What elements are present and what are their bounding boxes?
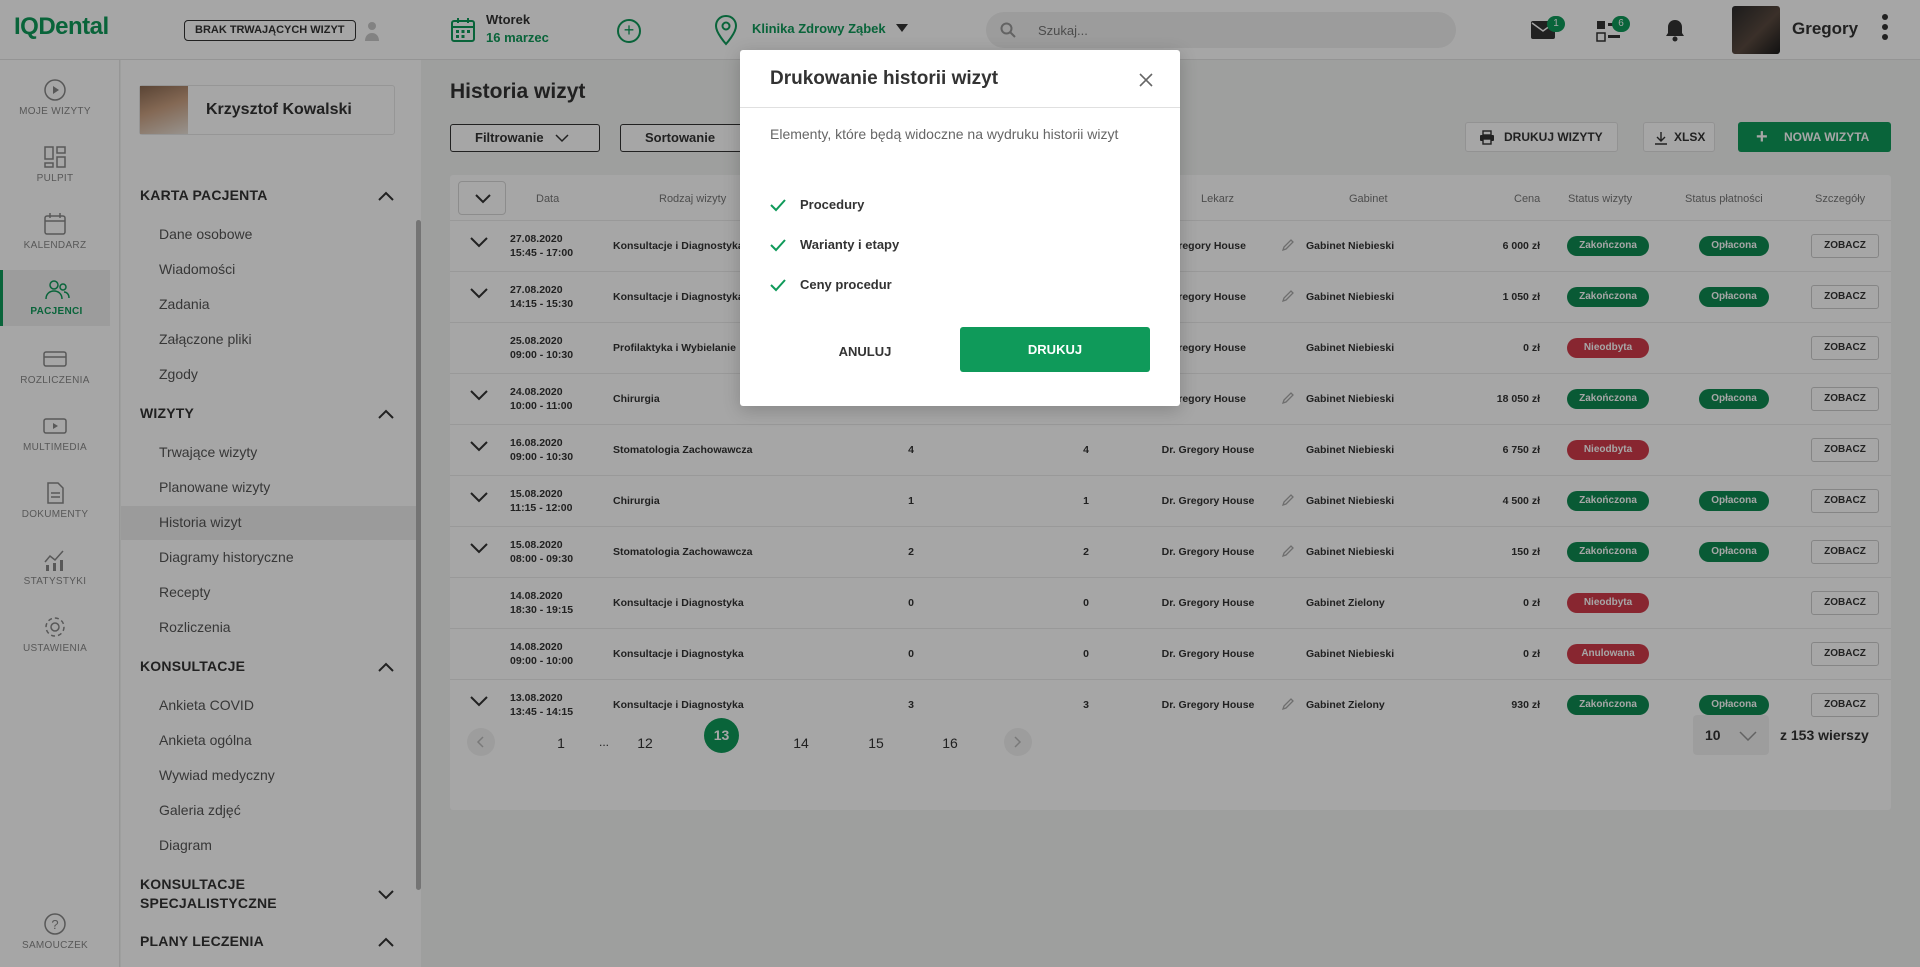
option-label: Procedury [800, 197, 865, 212]
dialog-divider [740, 107, 1180, 108]
close-icon[interactable] [1136, 70, 1156, 90]
option-prices-checkbox[interactable]: Ceny procedur [770, 276, 970, 296]
print-history-dialog: Drukowanie historii wizyt Elementy, któr… [740, 50, 1180, 406]
dialog-title: Drukowanie historii wizyt [770, 68, 999, 89]
dialog-description: Elementy, które będą widoczne na wydruku… [770, 126, 1119, 142]
print-button[interactable]: DRUKUJ [960, 327, 1150, 372]
checkmark-icon [770, 239, 786, 252]
option-variants-checkbox[interactable]: Warianty i etapy [770, 236, 970, 256]
checkmark-icon [770, 199, 786, 212]
option-label: Ceny procedur [800, 277, 892, 292]
checkmark-icon [770, 279, 786, 292]
option-label: Warianty i etapy [800, 237, 900, 252]
option-procedures-checkbox[interactable]: Procedury [770, 196, 970, 216]
cancel-button[interactable]: ANULUJ [795, 329, 935, 373]
